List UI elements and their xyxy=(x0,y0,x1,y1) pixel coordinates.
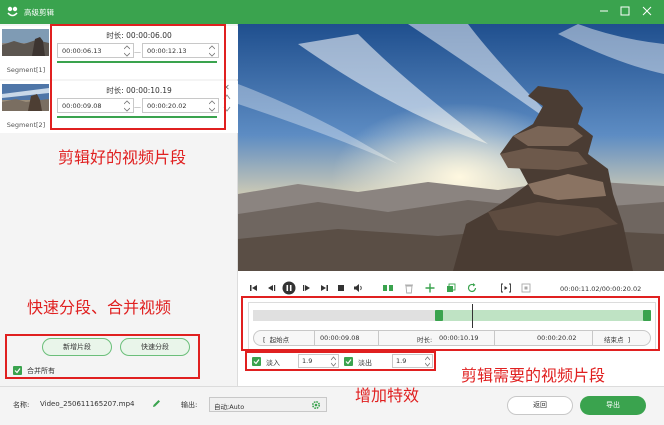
settings-gear-icon[interactable] xyxy=(311,400,321,410)
skip-to-start-icon[interactable] xyxy=(248,282,260,294)
segment-thumbnail xyxy=(2,29,49,56)
output-label: 输出: xyxy=(181,401,198,409)
clip-annotation: 剪辑需要的视频片段 xyxy=(461,366,606,385)
add-icon[interactable] xyxy=(424,282,436,294)
title-bar: 高级剪辑 xyxy=(0,0,664,24)
video-preview[interactable] xyxy=(238,24,664,271)
effects-annotation: 增加特效 xyxy=(355,386,420,405)
output-format-select[interactable]: 自动;Auto xyxy=(209,397,327,412)
split-merge-annotation: 快速分段、合并视频 xyxy=(27,298,172,317)
output-format-value: 自动;Auto xyxy=(214,403,245,411)
step-forward-icon[interactable] xyxy=(301,282,313,294)
copy-icon[interactable] xyxy=(445,282,457,294)
back-button[interactable]: 返回 xyxy=(507,396,573,415)
segments-annotation: 剪辑好的视频片段 xyxy=(58,148,187,167)
volume-icon[interactable] xyxy=(352,282,364,294)
segment-label: Segment[2] xyxy=(6,121,46,129)
step-back-icon[interactable] xyxy=(265,282,277,294)
file-name: Video_250611165207.mp4 xyxy=(40,400,135,408)
delete-icon[interactable] xyxy=(403,282,415,294)
split-segment-icon[interactable] xyxy=(382,282,394,294)
window-title: 高级剪辑 xyxy=(24,8,54,17)
snapshot-icon[interactable] xyxy=(520,282,532,294)
skip-to-end-icon[interactable] xyxy=(318,282,330,294)
minimize-icon[interactable] xyxy=(598,5,610,17)
edit-pencil-icon[interactable] xyxy=(152,399,161,408)
frog-logo-icon xyxy=(7,6,18,17)
export-button[interactable]: 导出 xyxy=(580,396,646,415)
segment-label: Segment[1] xyxy=(6,66,46,74)
reset-icon[interactable] xyxy=(466,282,478,294)
mark-in-out-icon[interactable] xyxy=(500,282,512,294)
segments-highlight-box xyxy=(50,24,226,130)
name-label: 名称: xyxy=(13,401,30,409)
pause-icon[interactable] xyxy=(282,281,296,295)
bottom-bar: 名称: Video_250611165207.mp4 输出: 自动;Auto 返… xyxy=(0,386,664,425)
playback-timecode: 00:00:11.02/00:00:20.02 xyxy=(560,285,642,293)
effects-highlight-box xyxy=(245,351,436,371)
close-icon[interactable] xyxy=(641,5,653,17)
maximize-icon[interactable] xyxy=(619,5,631,17)
timeline-highlight-box xyxy=(241,296,660,351)
stop-icon[interactable] xyxy=(335,282,347,294)
segment-thumbnail xyxy=(2,84,49,111)
split-merge-highlight-box xyxy=(5,334,200,379)
